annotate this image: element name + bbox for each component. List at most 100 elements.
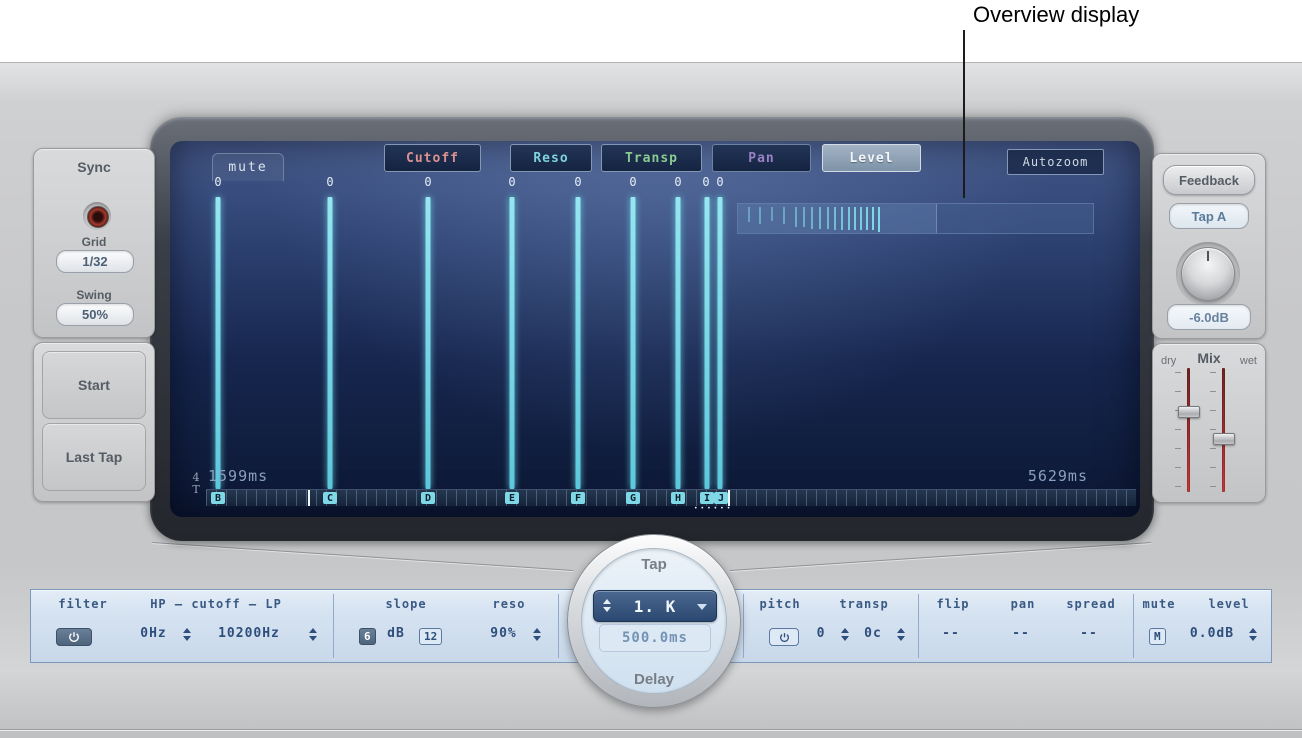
- tap-letter-chip[interactable]: C: [323, 492, 337, 504]
- tap-letter-chip[interactable]: H: [671, 492, 685, 504]
- tap-bar[interactable]: [705, 197, 710, 489]
- tap-bar[interactable]: [510, 197, 515, 489]
- swing-value-field[interactable]: 50%: [56, 303, 134, 326]
- body-seam-right: [730, 542, 1151, 571]
- pan-header: pan: [1011, 597, 1036, 611]
- spread-value[interactable]: --: [1069, 626, 1109, 644]
- param-button-reso[interactable]: Reso: [510, 144, 592, 172]
- level-value[interactable]: 0.0dB: [1181, 626, 1243, 644]
- annotation-pointer-line: [963, 30, 965, 198]
- filter-lp-value[interactable]: 10200Hz: [211, 626, 287, 644]
- tap-delay-value-field[interactable]: 500.0ms: [599, 624, 711, 652]
- pitch-power-button[interactable]: [769, 628, 799, 646]
- tap-identification-bar[interactable]: B C D E F G H I J: [206, 489, 1136, 506]
- feedback-knob[interactable]: [1181, 247, 1235, 301]
- tap-letter-chip[interactable]: J: [714, 492, 728, 504]
- param-button-cutoff[interactable]: Cutoff: [384, 144, 481, 172]
- flip-header: flip: [937, 597, 970, 611]
- tap-name-stepper[interactable]: [603, 599, 611, 612]
- overview-tap-line: [854, 207, 856, 230]
- tap-bar[interactable]: [631, 197, 636, 489]
- feedback-button[interactable]: Feedback: [1163, 165, 1255, 195]
- slope-6db-button[interactable]: 6: [359, 628, 376, 645]
- transp-header: transp: [839, 597, 888, 611]
- reso-value[interactable]: 90%: [476, 626, 531, 644]
- tap-zero-marker[interactable]: 0: [508, 175, 515, 189]
- overview-display[interactable]: [737, 203, 1094, 234]
- spread-header: spread: [1066, 597, 1115, 611]
- slope-12db-button[interactable]: 12: [419, 628, 442, 645]
- dry-slider-handle[interactable]: [1178, 406, 1200, 418]
- tap-bar[interactable]: [718, 197, 723, 489]
- tap-letter-chip[interactable]: D: [421, 492, 435, 504]
- tap-letter-chip[interactable]: B: [211, 492, 225, 504]
- grid-value-field[interactable]: 1/32: [56, 250, 134, 273]
- tap-bar[interactable]: [576, 197, 581, 489]
- tap-letter-chip[interactable]: G: [626, 492, 640, 504]
- tap-zero-marker[interactable]: 0: [674, 175, 681, 189]
- param-button-level[interactable]: Level: [822, 144, 921, 172]
- tap-name-dropdown[interactable]: 1. K: [593, 590, 717, 622]
- param-button-pan[interactable]: Pan: [712, 144, 811, 172]
- reso-stepper[interactable]: [533, 628, 541, 641]
- tap-zero-marker[interactable]: 0: [574, 175, 581, 189]
- power-icon: [68, 631, 80, 643]
- tap-bar[interactable]: [426, 197, 431, 489]
- pitch-semitones-value[interactable]: 0: [806, 626, 836, 644]
- overview-tap-line: [878, 207, 880, 232]
- overview-visible-window[interactable]: [738, 204, 937, 233]
- wet-slider-handle[interactable]: [1213, 433, 1235, 445]
- level-stepper[interactable]: [1249, 628, 1257, 641]
- feedback-value-field[interactable]: -6.0dB: [1167, 304, 1251, 330]
- param-button-reso-label: Reso: [533, 151, 568, 166]
- overview-tap-line: [872, 207, 874, 230]
- pitch-cents-value[interactable]: 0c: [856, 626, 890, 644]
- pitch-cents-stepper[interactable]: [897, 628, 905, 641]
- filter-hp-value[interactable]: 0Hz: [126, 626, 181, 644]
- last-tap-button-label: Last Tap: [66, 449, 123, 465]
- param-button-transp[interactable]: Transp: [601, 144, 702, 172]
- tab-mute[interactable]: mute: [212, 153, 284, 181]
- wet-slider-track[interactable]: [1222, 368, 1225, 492]
- tap-zero-marker[interactable]: 0: [629, 175, 636, 189]
- overview-tap-line: [771, 207, 773, 221]
- tap-zero-marker[interactable]: 0: [424, 175, 431, 189]
- last-tap-button[interactable]: Last Tap: [42, 423, 146, 491]
- tap-bar[interactable]: [328, 197, 333, 489]
- tap-zero-marker[interactable]: 0: [702, 175, 709, 189]
- start-button[interactable]: Start: [42, 351, 146, 419]
- tap-pad[interactable]: Tap 1. K 500.0ms Delay: [567, 534, 741, 708]
- tap-bar[interactable]: [676, 197, 681, 489]
- grid-signature-badge: 4 T: [188, 472, 204, 496]
- tap-bar[interactable]: [216, 197, 221, 489]
- tap-letter-chip[interactable]: I: [700, 492, 714, 504]
- section-divider: [333, 594, 334, 658]
- filter-power-button[interactable]: [56, 628, 92, 646]
- dry-slider-track[interactable]: [1187, 368, 1190, 492]
- grid-signature-symbol: T: [188, 484, 204, 496]
- mute-button[interactable]: M: [1149, 628, 1166, 645]
- tab-mute-label: mute: [228, 160, 267, 175]
- section-divider: [558, 594, 559, 658]
- flip-value[interactable]: --: [931, 626, 971, 644]
- pitch-semitones-stepper[interactable]: [841, 628, 849, 641]
- start-button-label: Start: [78, 377, 110, 393]
- tap-zero-marker[interactable]: 0: [326, 175, 333, 189]
- sync-led-button[interactable]: [87, 206, 109, 228]
- tap-zero-marker[interactable]: 0: [214, 175, 221, 189]
- mix-panel: Mix dry wet: [1152, 343, 1266, 503]
- dry-slider-ticks: [1175, 372, 1181, 488]
- pan-value[interactable]: --: [1001, 626, 1041, 644]
- swing-label: Swing: [34, 288, 154, 302]
- level-header: level: [1208, 597, 1249, 611]
- filter-lp-stepper[interactable]: [309, 628, 317, 641]
- feedback-tap-selector[interactable]: Tap A: [1169, 203, 1249, 229]
- tap-letter-chip[interactable]: F: [571, 492, 585, 504]
- tap-letter-chip[interactable]: E: [505, 492, 519, 504]
- filter-hp-stepper[interactable]: [183, 628, 191, 641]
- tap-zero-marker[interactable]: 0: [716, 175, 723, 189]
- autozoom-button[interactable]: Autozoom: [1007, 149, 1104, 175]
- tap-pad-tap-label: Tap: [568, 556, 740, 573]
- overview-tap-line: [848, 207, 850, 230]
- overview-tap-line: [827, 207, 829, 229]
